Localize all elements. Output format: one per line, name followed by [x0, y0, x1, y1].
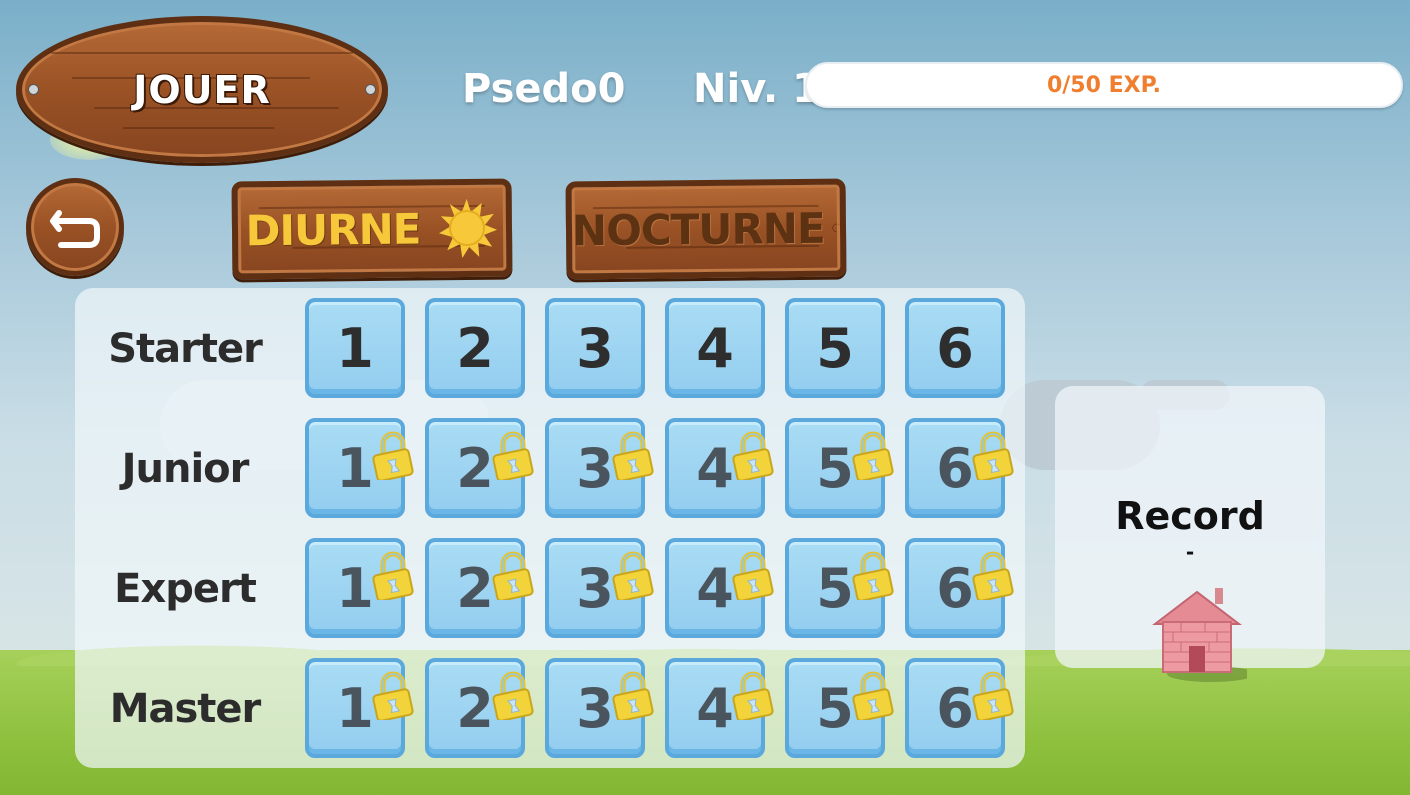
play-sign[interactable]: JOUER: [16, 16, 388, 163]
level-tile[interactable]: 3: [545, 538, 654, 638]
level-number: 3: [576, 556, 614, 620]
lock-icon: [851, 670, 895, 722]
player-level: Niv. 1: [693, 66, 820, 112]
experience-text: 0/50 EXP.: [1046, 72, 1162, 98]
level-number: 1: [336, 316, 374, 380]
difficulty-label: Expert: [114, 566, 257, 612]
lock-icon: [491, 670, 535, 722]
level-number: 2: [456, 436, 494, 500]
brick-house-icon: [1152, 588, 1247, 682]
level-tile[interactable]: 5: [785, 298, 885, 398]
level-tile[interactable]: 4: [665, 538, 774, 638]
level-number: 3: [576, 316, 614, 380]
lock-icon: [851, 430, 895, 482]
moon-icon: [832, 222, 839, 233]
level-number: 1: [336, 556, 374, 620]
level-tile[interactable]: 3: [545, 418, 654, 518]
lock-icon: [971, 670, 1015, 722]
lock-icon: [491, 550, 535, 602]
lock-icon: [611, 670, 655, 722]
level-number: 6: [936, 556, 974, 620]
level-tile[interactable]: 4: [665, 658, 774, 758]
sun-icon: [439, 199, 498, 259]
lock-icon: [731, 430, 775, 482]
level-tile[interactable]: 3: [545, 658, 654, 758]
level-tile[interactable]: 6: [905, 298, 1005, 398]
mode-night-label: NOCTURNE: [571, 203, 825, 255]
level-number: 1: [336, 676, 374, 740]
lock-icon: [491, 430, 535, 482]
level-tile[interactable]: 5: [785, 658, 894, 758]
level-number: 5: [816, 556, 854, 620]
level-number: 6: [936, 316, 974, 380]
level-tile[interactable]: 4: [665, 298, 765, 398]
level-number: 4: [696, 316, 734, 380]
level-tile[interactable]: 5: [785, 538, 894, 638]
level-number: 2: [456, 676, 494, 740]
level-number: 4: [696, 676, 734, 740]
level-tile[interactable]: 3: [545, 298, 645, 398]
lock-icon: [371, 670, 415, 722]
level-number: 3: [576, 676, 614, 740]
mode-night-button[interactable]: NOCTURNE: [565, 178, 847, 280]
lock-icon: [971, 550, 1015, 602]
level-number: 2: [456, 316, 494, 380]
level-number: 6: [936, 436, 974, 500]
lock-icon: [371, 430, 415, 482]
level-number: 6: [936, 676, 974, 740]
lock-icon: [731, 550, 775, 602]
bolt-icon: [28, 84, 39, 95]
difficulty-label: Junior: [121, 446, 250, 492]
level-number: 1: [336, 436, 374, 500]
play-label: JOUER: [133, 67, 271, 112]
record-label: Record: [1115, 494, 1265, 538]
player-name: Psedo0: [462, 66, 626, 112]
level-number: 5: [816, 316, 854, 380]
lock-icon: [971, 430, 1015, 482]
level-tile[interactable]: 1: [305, 298, 405, 398]
level-tile[interactable]: 1: [305, 658, 414, 758]
difficulty-label: Starter: [108, 326, 263, 372]
mode-day-label: DIURNE: [245, 203, 421, 255]
level-tile[interactable]: 2: [425, 658, 534, 758]
level-number: 4: [696, 556, 734, 620]
level-tile[interactable]: 6: [905, 418, 1014, 518]
level-tile[interactable]: 1: [305, 538, 414, 638]
level-tile[interactable]: 2: [425, 538, 534, 638]
level-tile[interactable]: 5: [785, 418, 894, 518]
difficulty-label: Master: [109, 686, 262, 732]
experience-bar: 0/50 EXP.: [805, 62, 1403, 108]
record-value: -: [1185, 540, 1195, 564]
lock-icon: [851, 550, 895, 602]
level-number: 5: [816, 436, 854, 500]
lock-icon: [371, 550, 415, 602]
mode-day-button[interactable]: DIURNE: [231, 178, 513, 280]
record-panel: Record -: [1055, 386, 1325, 682]
level-tile[interactable]: 4: [665, 418, 774, 518]
level-tile[interactable]: 1: [305, 418, 414, 518]
lock-icon: [611, 550, 655, 602]
level-tile[interactable]: 6: [905, 538, 1014, 638]
level-number: 5: [816, 676, 854, 740]
lock-icon: [731, 670, 775, 722]
level-number: 4: [696, 436, 734, 500]
back-button[interactable]: [26, 178, 124, 276]
bolt-icon: [365, 84, 376, 95]
level-number: 3: [576, 436, 614, 500]
level-tile[interactable]: 6: [905, 658, 1014, 758]
level-number: 2: [456, 556, 494, 620]
level-tile[interactable]: 2: [425, 418, 534, 518]
level-tile[interactable]: 2: [425, 298, 525, 398]
lock-icon: [611, 430, 655, 482]
back-arrow-icon: [50, 210, 100, 248]
